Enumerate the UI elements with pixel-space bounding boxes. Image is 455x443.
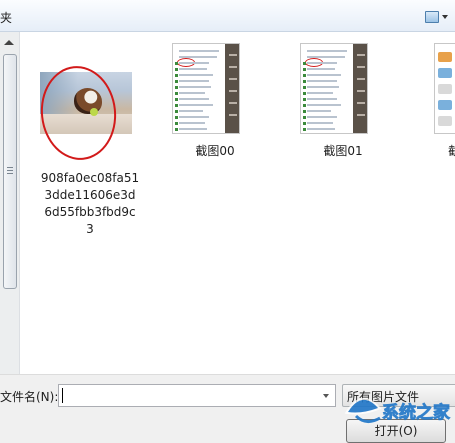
file-name-label: 908fa0ec08fa51 3dde11606e3d 6d55fbb3fbd9…	[30, 170, 150, 238]
file-name-label: 截	[448, 144, 455, 158]
file-name-line: 3dde11606e3d	[44, 188, 136, 202]
chevron-down-icon[interactable]	[323, 394, 329, 398]
filename-input[interactable]	[58, 384, 336, 407]
screenshot-thumbnail	[434, 43, 455, 134]
breadcrumb[interactable]: 夹	[0, 9, 12, 26]
view-options-button[interactable]	[425, 8, 453, 26]
vertical-scrollbar[interactable]	[0, 32, 20, 374]
toolbar: 夹	[0, 0, 455, 32]
scrollbar-thumb[interactable]	[3, 54, 17, 289]
screenshot-thumbnail	[172, 43, 240, 134]
file-name-line: 6d55fbb3fbd9c	[44, 205, 136, 219]
scroll-up-icon[interactable]	[4, 40, 14, 45]
grip-icon	[7, 167, 13, 175]
chevron-down-icon	[442, 15, 448, 19]
view-options-icon	[425, 11, 439, 23]
file-name-line: 3	[86, 222, 94, 236]
text-caret	[62, 388, 63, 403]
file-name-label: 截图01	[323, 144, 363, 158]
screenshot-thumbnail	[300, 43, 368, 134]
file-list: 908fa0ec08fa51 3dde11606e3d 6d55fbb3fbd9…	[0, 32, 455, 374]
filename-label: 文件名(N):	[0, 390, 59, 404]
svg-text:系统之家: 系统之家	[382, 402, 450, 423]
file-name-line: 908fa0ec08fa51	[40, 171, 140, 185]
file-name-label: 截图00	[195, 144, 235, 158]
watermark-logo: 系统之家	[344, 398, 450, 423]
